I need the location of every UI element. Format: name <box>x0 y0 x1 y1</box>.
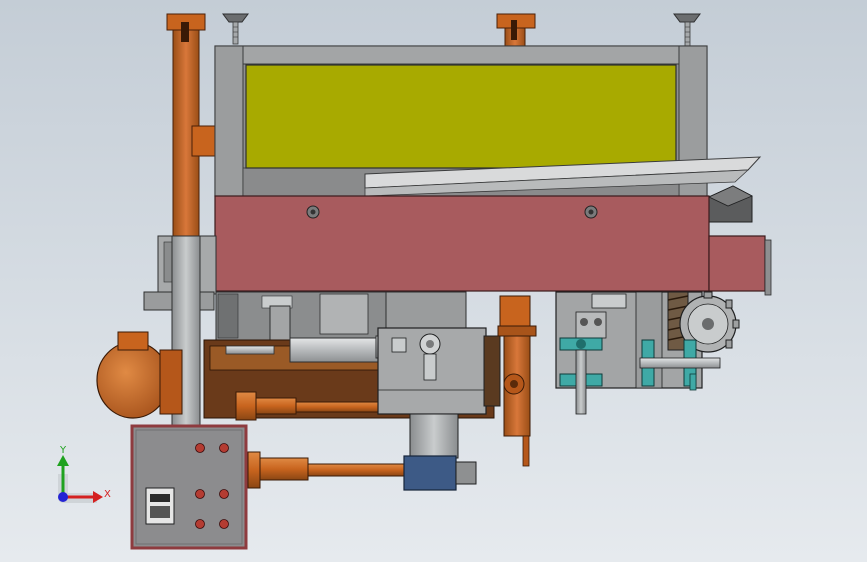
leveling-foot-left <box>222 13 249 45</box>
vertical-post-left <box>166 13 217 241</box>
copper-bracket <box>497 295 537 467</box>
vertical-post-mid <box>496 13 536 51</box>
main-crossbeam <box>214 195 772 296</box>
machine-assembly: Y X <box>57 13 772 550</box>
output-column <box>409 413 459 459</box>
drive-shaft-bottom <box>247 451 405 489</box>
feed-hopper <box>245 64 677 169</box>
coordinate-triad: Y X <box>57 445 111 503</box>
y-axis-label: Y <box>59 445 67 456</box>
gearbox-blue <box>403 455 477 491</box>
gear-housing <box>377 327 501 415</box>
cad-model-viewport[interactable]: Y X <box>0 0 867 562</box>
motor <box>96 331 183 419</box>
x-axis-label: X <box>104 489 111 500</box>
leveling-foot-right <box>673 13 701 47</box>
control-panel <box>130 424 248 550</box>
chute-end-block <box>708 185 753 223</box>
pillow-block-bearing <box>559 337 603 415</box>
z-axis-dot <box>58 492 68 502</box>
